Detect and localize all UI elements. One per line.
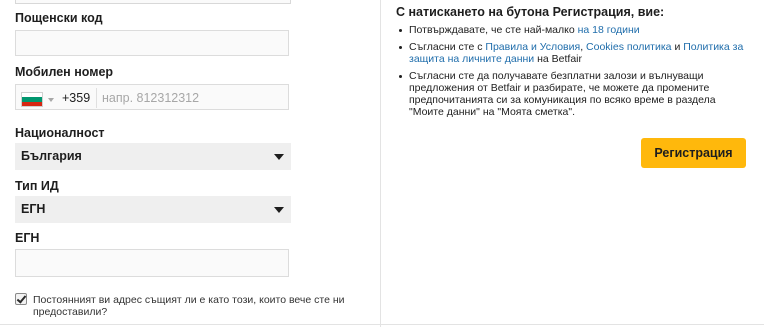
terms-panel: С натискането на бутона Регистрация, вие…: [381, 0, 764, 327]
bulgaria-flag-icon[interactable]: [22, 93, 42, 106]
postal-code-input[interactable]: [15, 30, 289, 56]
postal-code-label: Пощенски код: [15, 11, 103, 25]
nationality-selected-value: България: [21, 149, 82, 163]
terms-item: Съгласни сте да получавате безплатни зал…: [396, 70, 752, 118]
terms-item: Потвърждавате, че сте най-малко на 18 го…: [396, 24, 752, 36]
divider: [96, 88, 97, 108]
bottom-divider: [0, 324, 764, 325]
chevron-down-icon[interactable]: [48, 98, 54, 102]
chevron-down-icon: [274, 207, 284, 213]
terms-link[interactable]: на 18 години: [578, 24, 640, 36]
terms-link[interactable]: Cookies политика: [586, 41, 671, 53]
register-button[interactable]: Регистрация: [641, 138, 746, 168]
mobile-number-input[interactable]: напр. 812312312: [102, 91, 199, 105]
id-number-input[interactable]: [15, 249, 289, 277]
terms-link[interactable]: Правила и Условия: [485, 41, 580, 53]
terms-title: С натискането на бутона Регистрация, вие…: [396, 5, 665, 19]
id-type-label: Тип ИД: [15, 179, 59, 193]
terms-item: Съгласни сте с Правила и Условия, Cookie…: [396, 41, 752, 65]
same-address-label: Постоянният ви адрес същият ли е като то…: [33, 294, 345, 318]
previous-input-field[interactable]: [15, 0, 291, 4]
nationality-select[interactable]: България: [15, 143, 291, 170]
terms-text: Съгласни сте с: [409, 41, 486, 53]
id-number-label: ЕГН: [15, 231, 40, 245]
mobile-number-label: Мобилен номер: [15, 65, 114, 79]
chevron-down-icon: [274, 154, 284, 160]
mobile-number-field[interactable]: +359 напр. 812312312: [15, 84, 289, 110]
id-type-select[interactable]: ЕГН: [15, 196, 291, 223]
terms-text: Съгласни сте да получавате безплатни зал…: [409, 70, 716, 118]
country-code: +359: [62, 91, 91, 105]
terms-text: Потвърждавате, че сте най-малко: [409, 24, 578, 36]
nationality-label: Националност: [15, 126, 105, 140]
terms-text: на Betfair: [534, 53, 582, 65]
terms-list: Потвърждавате, че сте най-малко на 18 го…: [396, 24, 752, 123]
registration-form: Пощенски код Мобилен номер +359 напр. 81…: [0, 0, 381, 327]
id-type-selected-value: ЕГН: [21, 202, 46, 216]
same-address-checkbox[interactable]: [15, 293, 27, 305]
terms-text: и: [671, 41, 684, 53]
